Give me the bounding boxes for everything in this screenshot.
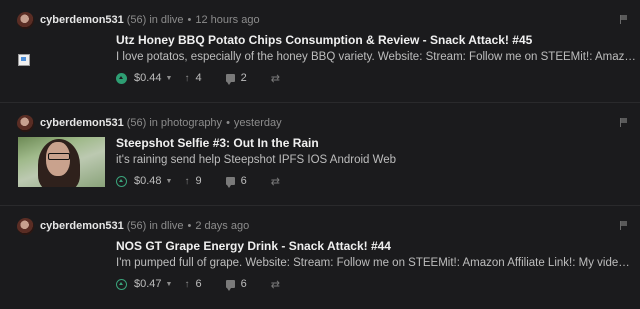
glasses-shape xyxy=(48,153,70,160)
payout-value[interactable]: $0.47 xyxy=(134,278,162,290)
upvote-icon[interactable] xyxy=(116,278,127,290)
category-link[interactable]: dlive xyxy=(161,14,184,26)
post-item: cyberdemon531 (56) in photography • yest… xyxy=(0,103,640,206)
category-link[interactable]: dlive xyxy=(161,220,184,232)
caret-down-icon[interactable]: ▼ xyxy=(166,178,173,185)
avatar[interactable] xyxy=(17,11,34,29)
caret-down-icon[interactable]: ▼ xyxy=(166,281,173,288)
post-thumbnail[interactable] xyxy=(18,137,105,187)
comment-icon[interactable] xyxy=(225,280,235,291)
comment-count[interactable]: 6 xyxy=(241,175,247,187)
upvote-icon[interactable] xyxy=(116,175,127,187)
broken-image-icon xyxy=(18,54,30,66)
separator: • xyxy=(187,220,192,232)
post-actions: $0.48 ▼ ↑ 9 6 ⇄ xyxy=(116,174,280,188)
comment-icon[interactable] xyxy=(225,74,235,85)
payout-value[interactable]: $0.44 xyxy=(134,72,162,84)
post-time[interactable]: 2 days ago xyxy=(195,220,249,232)
post-thumbnail[interactable] xyxy=(18,34,105,84)
post-header: cyberdemon531 (56) in dlive • 2 days ago xyxy=(17,217,249,235)
category-prefix: in xyxy=(149,220,158,232)
avatar[interactable] xyxy=(17,217,34,235)
category-link[interactable]: photography xyxy=(161,117,222,129)
post-summary[interactable]: I love potatos, especially of the honey … xyxy=(116,51,636,63)
voters-icon[interactable]: ↑ xyxy=(184,73,189,84)
post-item: cyberdemon531 (56) in dlive • 2 days ago… xyxy=(0,206,640,309)
category-prefix: in xyxy=(149,14,158,26)
post-header: cyberdemon531 (56) in photography • yest… xyxy=(17,114,282,132)
author-link[interactable]: cyberdemon531 xyxy=(40,117,124,129)
post-summary[interactable]: I'm pumped full of grape. Website: Strea… xyxy=(116,257,636,269)
post-feed: cyberdemon531 (56) in dlive • 12 hours a… xyxy=(0,0,640,309)
comment-count[interactable]: 2 xyxy=(241,72,247,84)
post-title[interactable]: NOS GT Grape Energy Drink - Snack Attack… xyxy=(116,239,391,253)
upvote-icon[interactable] xyxy=(116,72,127,84)
caret-down-icon[interactable]: ▼ xyxy=(166,75,173,82)
post-title[interactable]: Utz Honey BBQ Potato Chips Consumption &… xyxy=(116,33,532,47)
post-time[interactable]: yesterday xyxy=(234,117,282,129)
voters-icon[interactable]: ↑ xyxy=(184,176,189,187)
post-header: cyberdemon531 (56) in dlive • 12 hours a… xyxy=(17,11,260,29)
separator: • xyxy=(226,117,230,129)
vote-count[interactable]: 9 xyxy=(195,175,201,187)
author-reputation: (56) xyxy=(126,117,147,129)
resteem-icon[interactable]: ⇄ xyxy=(271,175,280,188)
author-reputation: (56) xyxy=(126,14,147,26)
post-actions: $0.44 ▼ ↑ 4 2 ⇄ xyxy=(116,71,280,85)
author-link[interactable]: cyberdemon531 xyxy=(40,14,124,26)
post-actions: $0.47 ▼ ↑ 6 6 ⇄ xyxy=(116,277,280,291)
avatar[interactable] xyxy=(17,114,34,132)
resteem-icon[interactable]: ⇄ xyxy=(271,72,280,85)
post-summary[interactable]: it's raining send help Steepshot IPFS IO… xyxy=(116,154,636,166)
vote-count[interactable]: 4 xyxy=(195,72,201,84)
voters-icon[interactable]: ↑ xyxy=(184,279,189,290)
flag-icon[interactable] xyxy=(620,221,628,230)
comment-count[interactable]: 6 xyxy=(241,278,247,290)
resteem-icon[interactable]: ⇄ xyxy=(271,278,280,291)
flag-icon[interactable] xyxy=(620,15,628,24)
post-time[interactable]: 12 hours ago xyxy=(195,14,259,26)
post-title[interactable]: Steepshot Selfie #3: Out In the Rain xyxy=(116,136,319,150)
author-link[interactable]: cyberdemon531 xyxy=(40,220,124,232)
author-reputation: (56) xyxy=(126,220,147,232)
separator: • xyxy=(187,14,192,26)
vote-count[interactable]: 6 xyxy=(195,278,201,290)
flag-icon[interactable] xyxy=(620,118,628,127)
category-prefix: in xyxy=(149,117,158,129)
post-item: cyberdemon531 (56) in dlive • 12 hours a… xyxy=(0,0,640,103)
comment-icon[interactable] xyxy=(225,177,235,188)
payout-value[interactable]: $0.48 xyxy=(134,175,162,187)
